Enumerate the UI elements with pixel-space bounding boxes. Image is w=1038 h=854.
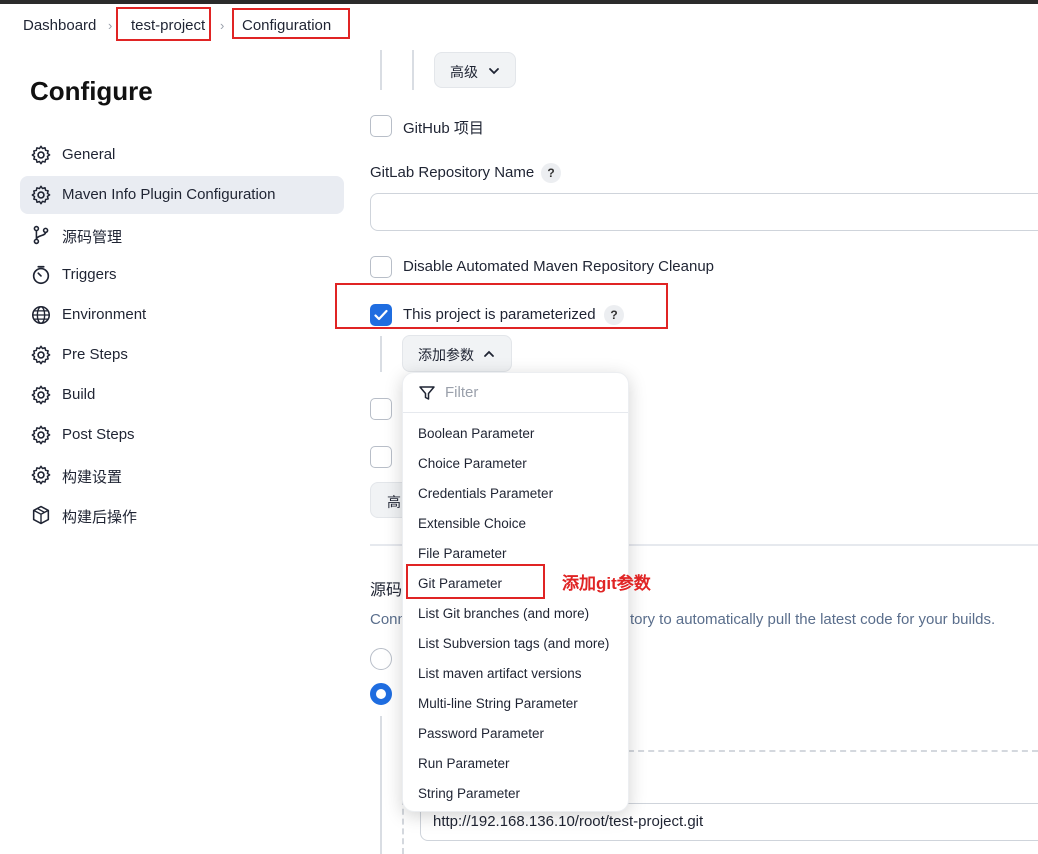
github-project-label: GitHub 项目 [403, 120, 484, 137]
help-icon[interactable]: ? [604, 305, 624, 325]
check-icon [374, 309, 388, 321]
annotation-add-git-parameter: 添加git参数 [562, 574, 651, 593]
add-parameter-label: 添加参数 [418, 347, 474, 363]
gear-icon [31, 385, 51, 405]
menu-item-multi-line-string-parameter[interactable]: Multi-line String Parameter [418, 696, 578, 711]
sidebar-item-label: Triggers [62, 266, 117, 283]
advanced-button-label: 高 [387, 494, 401, 510]
menu-item-file-parameter[interactable]: File Parameter [418, 546, 507, 561]
source-section-title: 源码 [370, 582, 403, 599]
sidebar-item-label: 构建后操作 [62, 509, 138, 526]
timer-icon [32, 265, 50, 285]
filter-icon [419, 386, 435, 400]
chevron-up-icon [484, 350, 494, 357]
gear-icon [31, 345, 51, 365]
option-checkbox[interactable] [370, 398, 392, 420]
disable-cleanup-checkbox[interactable] [370, 256, 392, 278]
window-top-strip [0, 0, 1038, 4]
page-title: Configure [30, 76, 153, 106]
scm-git-radio[interactable] [370, 683, 392, 705]
section-indent-line [412, 50, 414, 90]
sidebar-item-triggers[interactable]: Triggers [20, 256, 344, 294]
breadcrumb-separator-icon: › [220, 18, 225, 33]
section-indent-line [380, 50, 382, 90]
menu-item-run-parameter[interactable]: Run Parameter [418, 756, 510, 771]
sidebar-item-post-build-actions[interactable]: 构建后操作 [20, 496, 344, 534]
sidebar-item-pre-steps[interactable]: Pre Steps [20, 336, 344, 374]
menu-item-list-subversion-tags[interactable]: List Subversion tags (and more) [418, 636, 609, 651]
parameterized-checkbox[interactable] [370, 304, 392, 326]
gear-icon [31, 465, 51, 485]
parameterized-label: This project is parameterized [403, 306, 596, 323]
sidebar-item-environment[interactable]: Environment [20, 296, 344, 334]
advanced-button[interactable]: 高级 [434, 52, 516, 88]
gitlab-repo-name-label: GitLab Repository Name [370, 164, 535, 181]
menu-item-credentials-parameter[interactable]: Credentials Parameter [418, 486, 553, 501]
menu-item-extensible-choice[interactable]: Extensible Choice [418, 516, 526, 531]
gitlab-repo-name-input[interactable] [370, 193, 1038, 231]
breadcrumb-separator-icon: › [108, 18, 113, 33]
sidebar-item-label: Pre Steps [62, 346, 128, 363]
filter-placeholder: Filter [445, 384, 479, 401]
breadcrumb-dashboard[interactable]: Dashboard [23, 17, 96, 34]
source-description: tory to automatically pull the latest co… [630, 611, 996, 628]
highlight-box-git-parameter [406, 564, 545, 599]
highlight-box-configuration [232, 8, 350, 39]
sidebar-item-label: General [62, 146, 116, 163]
section-indent-line [380, 336, 382, 372]
gear-icon [31, 185, 51, 205]
globe-icon [31, 305, 51, 325]
source-description: Conn [370, 611, 406, 628]
sidebar-item-label: Build [62, 386, 96, 403]
package-icon [32, 505, 50, 525]
git-branch-icon [33, 225, 49, 245]
menu-item-choice-parameter[interactable]: Choice Parameter [418, 456, 527, 471]
help-icon[interactable]: ? [541, 163, 561, 183]
sidebar-item-label: 源码管理 [62, 229, 123, 246]
menu-item-list-git-branches[interactable]: List Git branches (and more) [418, 606, 589, 621]
menu-item-string-parameter[interactable]: String Parameter [418, 786, 520, 801]
sidebar-item-build-settings[interactable]: 构建设置 [20, 456, 344, 494]
sidebar-item-scm[interactable]: 源码管理 [20, 216, 344, 254]
add-parameter-button[interactable]: 添加参数 [402, 335, 512, 372]
gear-icon [31, 145, 51, 165]
highlight-box-test-project [116, 7, 211, 41]
sidebar-item-general[interactable]: General [20, 136, 344, 174]
option-checkbox[interactable] [370, 446, 392, 468]
sidebar-item-label: 构建设置 [62, 469, 123, 486]
sidebar-item-build[interactable]: Build [20, 376, 344, 414]
menu-item-list-maven-artifact-versions[interactable]: List maven artifact versions [418, 666, 582, 681]
sidebar-item-label: Maven Info Plugin Configuration [62, 186, 276, 203]
sidebar-item-label: Post Steps [62, 426, 135, 443]
menu-item-password-parameter[interactable]: Password Parameter [418, 726, 544, 741]
filter-field[interactable]: Filter [403, 373, 628, 413]
section-indent-line [380, 716, 382, 854]
github-project-checkbox[interactable] [370, 115, 392, 137]
sidebar-item-label: Environment [62, 306, 147, 323]
scm-none-radio[interactable] [370, 648, 392, 670]
menu-item-boolean-parameter[interactable]: Boolean Parameter [418, 426, 534, 441]
chevron-down-icon [489, 68, 499, 75]
advanced-button-label: 高级 [450, 64, 478, 80]
sidebar-item-post-steps[interactable]: Post Steps [20, 416, 344, 454]
gear-icon [31, 425, 51, 445]
sidebar-item-maven-info[interactable]: Maven Info Plugin Configuration [20, 176, 344, 214]
disable-cleanup-label: Disable Automated Maven Repository Clean… [403, 258, 715, 275]
